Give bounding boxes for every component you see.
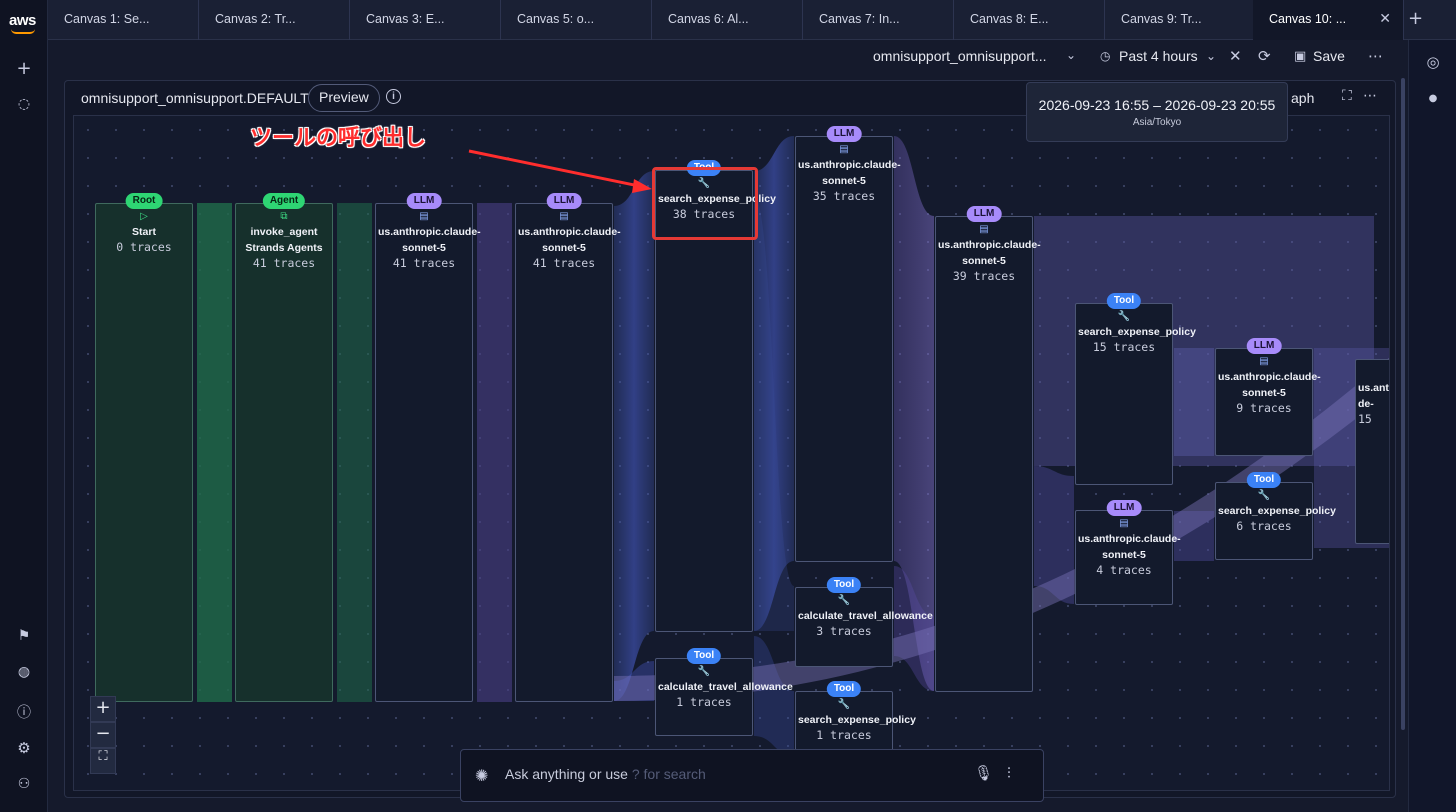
vertical-scrollbar[interactable]	[1401, 78, 1405, 730]
refresh-icon[interactable]: ⟳	[1258, 47, 1271, 65]
source-selector[interactable]: omnisupport_omnisupport...	[873, 48, 1047, 64]
time-chevron-down-icon[interactable]: ⌄	[1206, 49, 1216, 63]
canvas-tab-bar: Canvas 1: Se... Canvas 2: Tr... Canvas 3…	[48, 0, 1456, 40]
save-button[interactable]: Save	[1313, 48, 1345, 64]
microphone-icon[interactable]: 🎙	[974, 764, 993, 782]
chat-icon[interactable]: ◌	[12, 92, 36, 116]
expand-icon[interactable]: ⛶	[1342, 88, 1352, 104]
annotation-arrow	[468, 149, 652, 193]
tab-canvas-5[interactable]: Canvas 5: o...	[501, 0, 652, 40]
time-range-tooltip: 2026-09-23 16:55 – 2026-09-23 20:55 Asia…	[1026, 82, 1288, 142]
ask-bar: ✺ Ask anything or use ? for search 🎙 ⫶	[460, 749, 1044, 802]
tab-canvas-10[interactable]: Canvas 10: ... ✕	[1253, 0, 1404, 40]
assistant-icon: ✺	[475, 766, 489, 785]
clock-icon: ◷	[1100, 49, 1111, 63]
right-rail: ◎ ●	[1408, 40, 1456, 812]
ask-hint: ? for search	[631, 766, 706, 782]
add-tab-icon[interactable]: +	[1408, 8, 1423, 29]
new-plus-icon[interactable]: +	[12, 56, 36, 80]
canvas-toolbar: omnisupport_omnisupport... ⌄ ◷ Past 4 ho…	[48, 40, 1408, 76]
panel-title: omnisupport_omnisupport.DEFAULT	[81, 90, 309, 106]
info-icon[interactable]: i	[386, 89, 401, 104]
tab-canvas-3[interactable]: Canvas 3: E...	[350, 0, 501, 40]
settings-gear-icon[interactable]: ⚙	[12, 736, 36, 760]
planet-icon[interactable]: ◍	[12, 660, 36, 684]
tab-canvas-1[interactable]: Canvas 1: Se...	[48, 0, 199, 40]
ask-placeholder: Ask anything or use	[505, 766, 628, 782]
flag-icon[interactable]: ⚑	[12, 624, 36, 648]
chevron-down-icon[interactable]: ⌄	[1066, 48, 1076, 62]
left-rail: aws + ◌ ⚑ ◍ ⓘ ⚙ ⚇	[0, 0, 48, 812]
user-icon[interactable]: ⚇	[12, 772, 36, 796]
time-range-text: 2026-09-23 16:55 – 2026-09-23 20:55	[1038, 97, 1276, 113]
more-options-icon[interactable]: ⋯	[1368, 47, 1383, 65]
tab-canvas-2[interactable]: Canvas 2: Tr...	[199, 0, 350, 40]
voice-wave-icon[interactable]: ⫶	[1007, 764, 1011, 782]
tab-canvas-8[interactable]: Canvas 8: E...	[954, 0, 1105, 40]
aws-logo[interactable]: aws	[9, 12, 36, 29]
compass-icon[interactable]: ◎	[1421, 50, 1445, 74]
panel-more-icon[interactable]: ⋯	[1363, 88, 1377, 104]
tab-canvas-10-label: Canvas 10: ...	[1269, 12, 1347, 26]
clear-time-icon[interactable]: ✕	[1229, 47, 1242, 65]
help-icon[interactable]: ⓘ	[12, 700, 36, 724]
tab-canvas-7[interactable]: Canvas 7: In...	[803, 0, 954, 40]
trace-graph-panel: omnisupport_omnisupport.DEFAULT Preview …	[64, 80, 1396, 798]
dot-indicator-icon[interactable]: ●	[1421, 86, 1445, 110]
time-range-button[interactable]: Past 4 hours	[1119, 48, 1198, 64]
tab-canvas-6[interactable]: Canvas 6: Al...	[652, 0, 803, 40]
flow-canvas[interactable]: ツールの呼び出し Root ▷ Start 0 traces Agent ⧉ in…	[73, 115, 1390, 791]
aws-logo-smile	[11, 29, 35, 34]
tab-canvas-9[interactable]: Canvas 9: Tr...	[1105, 0, 1256, 40]
graph-view-tab[interactable]: aph	[1291, 90, 1314, 106]
save-icon: ▣	[1294, 49, 1307, 64]
ask-input[interactable]: Ask anything or use ? for search	[505, 766, 706, 782]
preview-badge[interactable]: Preview	[308, 84, 380, 112]
close-tab-icon[interactable]: ✕	[1379, 10, 1391, 27]
timezone-text: Asia/Tokyo	[1132, 117, 1182, 128]
